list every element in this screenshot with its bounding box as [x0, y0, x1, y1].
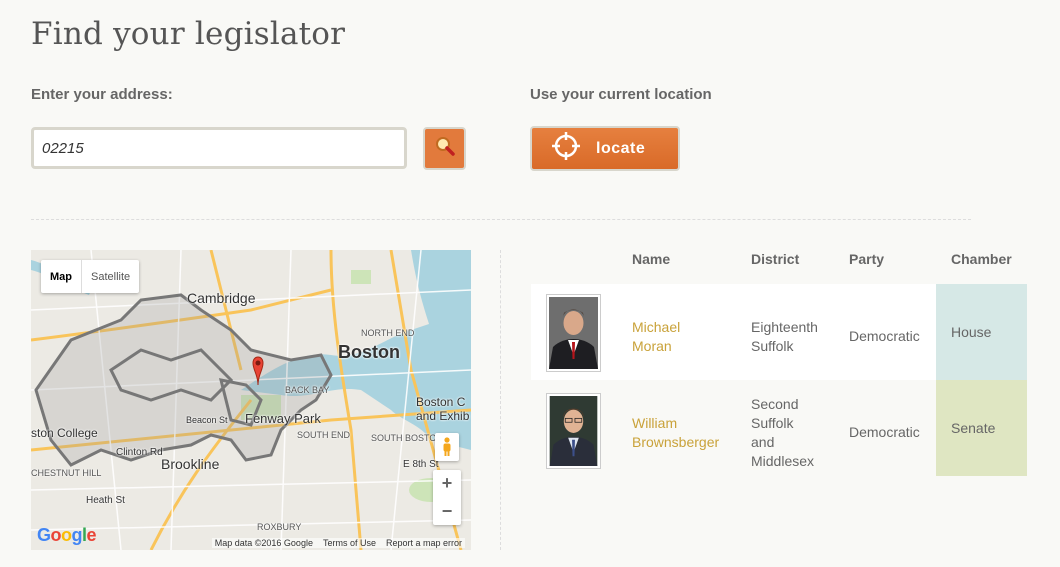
header-chamber: Chamber	[951, 251, 1012, 267]
portrait-image	[549, 396, 598, 466]
map-data-credit: Map data ©2016 Google	[214, 538, 313, 548]
terms-link[interactable]: Terms of Use	[323, 538, 376, 548]
zoom-in-button[interactable]: +	[442, 473, 453, 494]
zoom-out-button[interactable]: −	[442, 501, 453, 522]
legislator-first-name: William	[632, 415, 678, 431]
district-map[interactable]: Cambridge Boston BACK BAY Fenway Park SO…	[31, 250, 471, 550]
district-line: Suffolk	[751, 415, 794, 431]
legislator-photo	[546, 393, 601, 469]
legislator-party: Democratic	[849, 424, 920, 440]
address-label: Enter your address:	[31, 86, 173, 103]
table-row: Michael Moran Eighteenth Suffolk Democra…	[531, 284, 1027, 380]
divider	[31, 219, 971, 220]
map-label-brookline: Brookline	[161, 456, 220, 472]
map-label-boston-college: ston College	[31, 426, 98, 440]
google-logo: Google	[37, 525, 97, 545]
column-divider	[500, 250, 501, 550]
map-label-cambridge: Cambridge	[187, 290, 256, 306]
legislator-photo	[546, 294, 601, 372]
map-label-back-bay: BACK BAY	[285, 385, 330, 395]
table-row: William Brownsberger Second Suffolk and …	[531, 380, 1027, 476]
zoom-control: + −	[433, 470, 461, 525]
map-type-toggle[interactable]: Map Satellite	[41, 260, 140, 293]
header-district: District	[751, 251, 800, 267]
locate-label: locate	[596, 139, 646, 157]
locate-button[interactable]: locate	[530, 126, 680, 171]
legislator-chamber: Senate	[936, 380, 1027, 476]
map-attribution: Map data ©2016 Google Terms of Use Repor…	[211, 538, 465, 548]
map-label-boston: Boston	[338, 342, 400, 362]
map-label-boston-exhibition: Boston C and Exhib	[416, 395, 470, 423]
district-line: Suffolk	[751, 338, 794, 354]
map-label-e-8th-st: E 8th St	[403, 459, 439, 470]
map-label-chestnut-hill: CHESTNUT HILL	[31, 468, 102, 478]
map-type-map[interactable]: Map	[41, 260, 82, 293]
map-label-south-end: SOUTH END	[297, 430, 351, 440]
map-label-fenway: Fenway Park	[245, 411, 321, 426]
district-line: Middlesex	[751, 453, 815, 469]
district-line: Eighteenth	[751, 319, 818, 335]
crosshair-icon	[552, 132, 580, 165]
legislator-name-link[interactable]: William Brownsberger	[632, 414, 719, 452]
map-label-heath-st: Heath St	[86, 495, 125, 506]
legislator-last-name: Moran	[632, 338, 672, 354]
district-line: and	[751, 434, 775, 450]
legislator-last-name: Brownsberger	[632, 434, 720, 450]
pegman-icon[interactable]	[435, 433, 459, 461]
district-line: Second	[751, 396, 799, 412]
map-label-south-boston: SOUTH BOSTON	[371, 433, 443, 443]
map-label-roxbury: ROXBURY	[257, 522, 302, 532]
location-label: Use your current location	[530, 86, 712, 103]
legislator-district: Eighteenth Suffolk	[751, 318, 818, 356]
address-input[interactable]	[31, 127, 407, 169]
legislator-first-name: Michael	[632, 319, 681, 335]
legislator-chamber: House	[936, 284, 1027, 380]
portrait-image	[549, 297, 598, 369]
search-button[interactable]	[423, 127, 466, 170]
legislator-district: Second Suffolk and Middlesex	[751, 395, 814, 471]
map-label-north-end: NORTH END	[361, 328, 415, 338]
legislator-party: Democratic	[849, 328, 920, 344]
page-title: Find your legislator	[31, 16, 346, 52]
header-party: Party	[849, 251, 885, 267]
map-label-beacon-st: Beacon St	[186, 415, 228, 425]
report-error-link[interactable]: Report a map error	[386, 538, 462, 548]
search-icon	[434, 135, 456, 162]
map-label-clinton-rd: Clinton Rd	[116, 447, 163, 458]
legislator-name-link[interactable]: Michael Moran	[632, 318, 680, 356]
header-name: Name	[632, 251, 671, 267]
map-type-satellite[interactable]: Satellite	[82, 260, 139, 293]
